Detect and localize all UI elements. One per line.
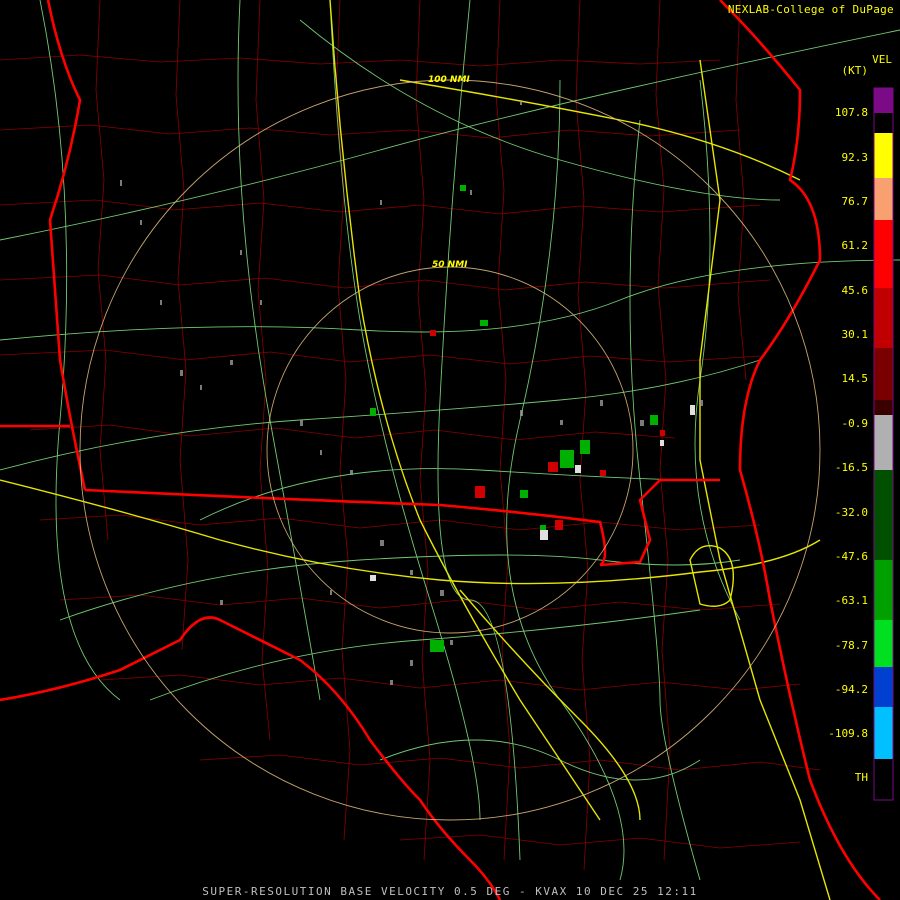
scale-band — [874, 288, 893, 348]
scale-tick: -109.8 — [828, 727, 868, 740]
scale-tick: -32.0 — [834, 506, 868, 519]
scale-band — [874, 470, 893, 560]
scale-tick: TH — [854, 771, 868, 784]
radar-returns — [120, 100, 703, 685]
scale-band — [874, 707, 893, 759]
product-caption: SUPER-RESOLUTION BASE VELOCITY 0.5 DEG -… — [202, 885, 698, 898]
scale-tick: 30.1 — [841, 328, 869, 341]
radar-map[interactable]: 100 NMI 50 NMI — [0, 0, 900, 900]
range-ring-label-100: 100 NMI — [428, 75, 470, 85]
scale-tick: -78.7 — [834, 639, 868, 652]
radar-viewer: 100 NMI 50 NMI NEXLAB-College of DuPage … — [0, 0, 900, 900]
scale-band — [874, 759, 893, 800]
state-boundaries — [0, 0, 881, 900]
scale-band — [874, 667, 893, 707]
scale-tick: -47.6 — [834, 550, 868, 563]
credit-label: NEXLAB-College of DuPage — [727, 3, 894, 16]
scale-tick: 92.3 — [841, 151, 869, 164]
scale-tick: 45.6 — [841, 284, 869, 297]
scale-tick: 107.8 — [834, 106, 868, 119]
scale-tick: -0.9 — [841, 417, 869, 430]
scale-tick: -94.2 — [834, 683, 868, 696]
scale-band — [874, 348, 893, 400]
scale-tick: 76.7 — [841, 195, 869, 208]
scale-band — [874, 415, 893, 470]
scale-band — [874, 220, 893, 288]
highways — [0, 0, 900, 881]
scale-tick: -63.1 — [834, 594, 868, 607]
scale-band — [874, 400, 893, 415]
range-ring-label-50: 50 NMI — [432, 260, 468, 270]
scale-band — [874, 178, 893, 220]
scale-band — [874, 620, 893, 667]
scale-band — [874, 88, 893, 113]
county-lines — [0, 0, 821, 871]
scale-tick: 14.5 — [841, 372, 869, 385]
color-scale — [873, 87, 894, 801]
scale-tick: -16.5 — [834, 461, 868, 474]
scale-tick: 61.2 — [841, 239, 869, 252]
product-label: VEL — [872, 53, 892, 66]
units-label: (KT) — [841, 64, 869, 77]
scale-band — [874, 133, 893, 178]
scale-band — [874, 560, 893, 620]
